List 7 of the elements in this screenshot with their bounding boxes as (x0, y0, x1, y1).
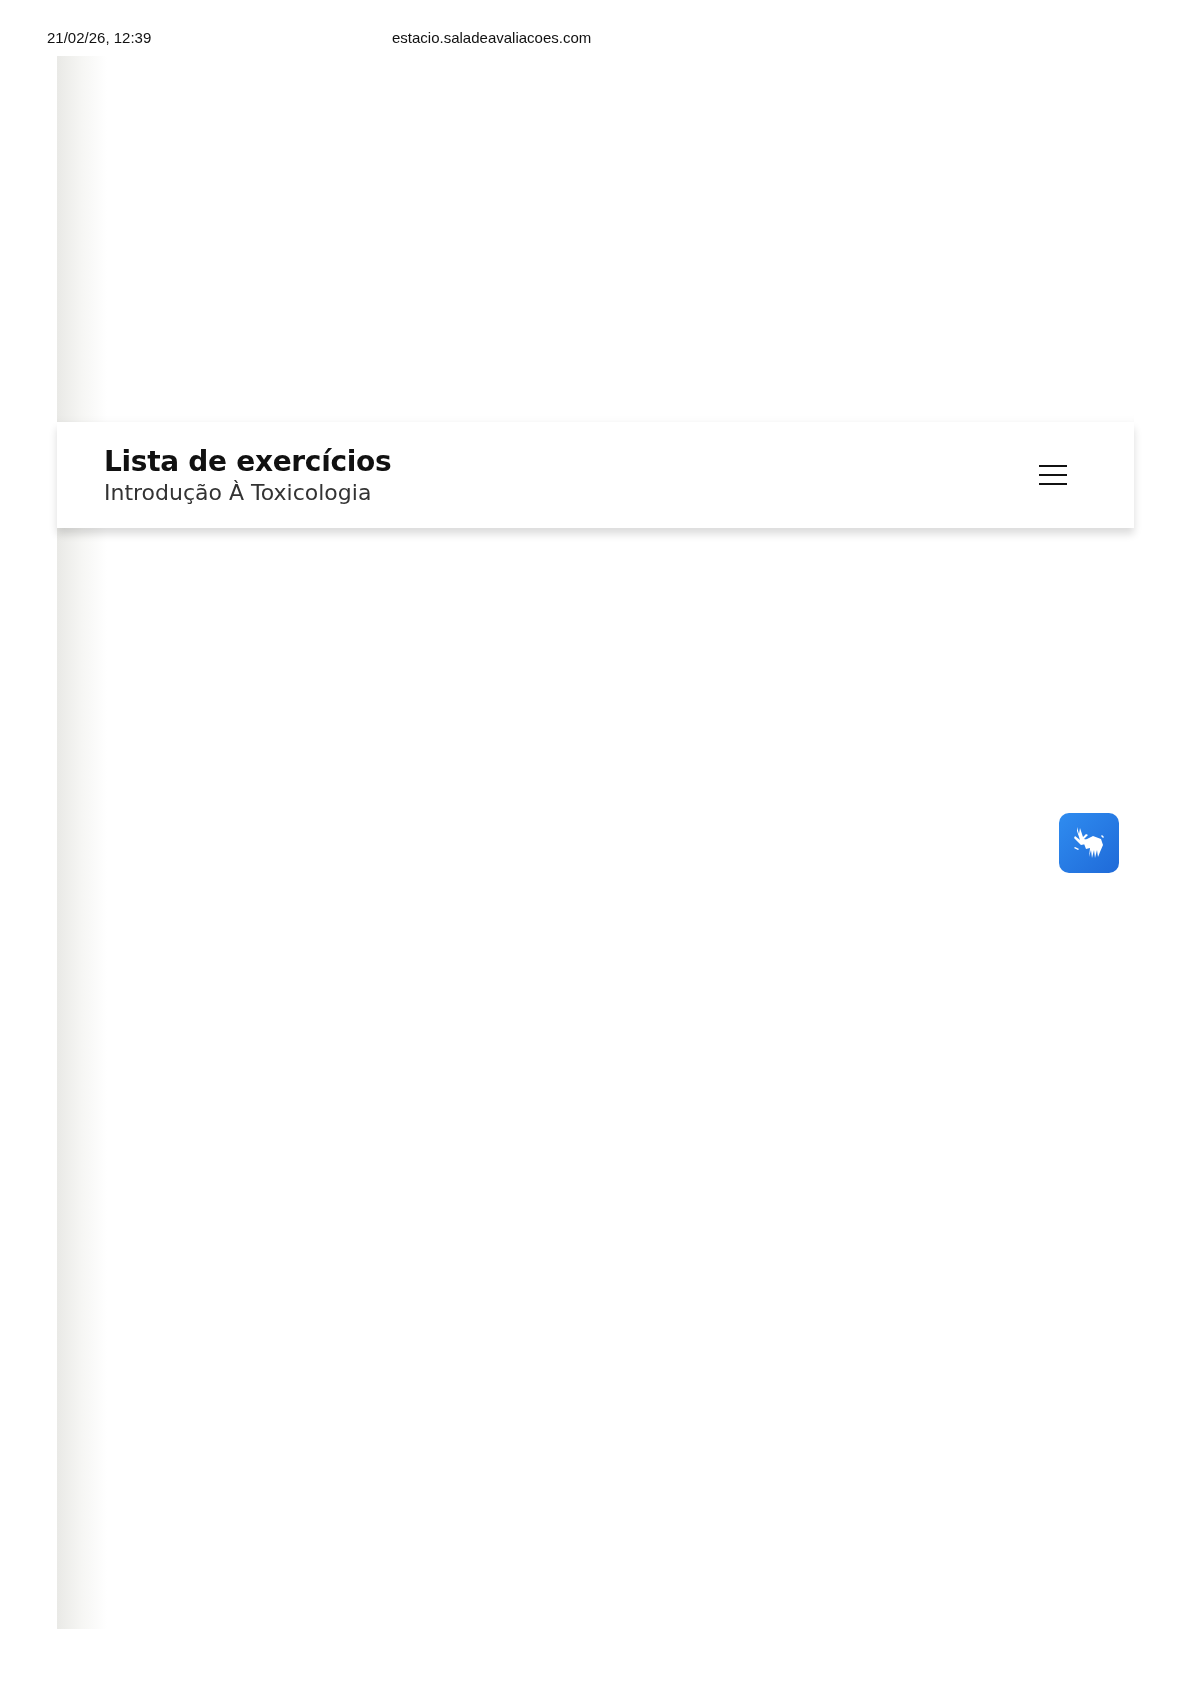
page-url: estacio.saladeavaliacoes.com (392, 29, 592, 46)
menu-button[interactable] (1038, 463, 1068, 487)
page-subtitle: Introdução À Toxicologia (104, 480, 373, 505)
page-title: Lista de exercícios (104, 445, 392, 478)
menu-icon (1038, 463, 1068, 487)
sign-language-button[interactable] (1059, 813, 1119, 873)
print-date: 21/02/26, 12:39 (47, 29, 153, 46)
